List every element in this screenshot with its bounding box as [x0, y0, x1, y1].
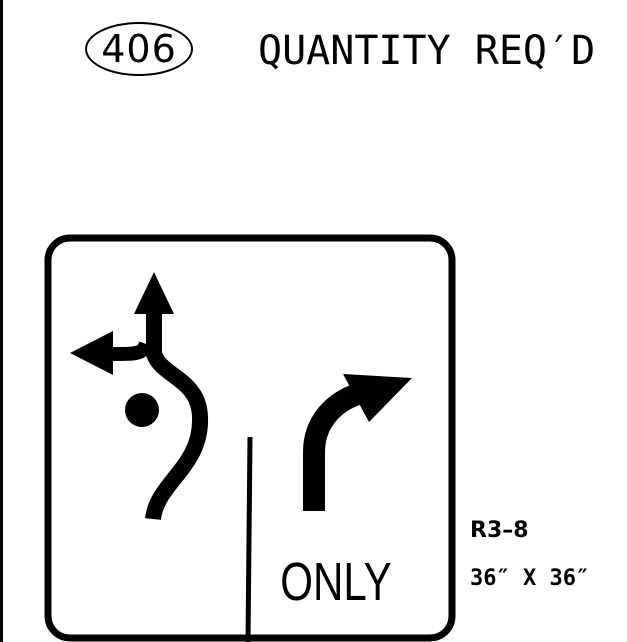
quantity-label: QUANTITY REQ′D — [258, 28, 596, 74]
sign-size: 36″ X 36″ — [470, 566, 590, 591]
page-border-left — [0, 0, 3, 642]
quantity-value: 406 — [101, 27, 177, 71]
lane-divider — [245, 436, 253, 642]
roundabout-island — [125, 393, 159, 427]
sign-legend: ONLY — [280, 552, 392, 612]
sign-code: R3–8 — [470, 518, 529, 543]
r3-8-sign: ONLY — [44, 234, 456, 642]
